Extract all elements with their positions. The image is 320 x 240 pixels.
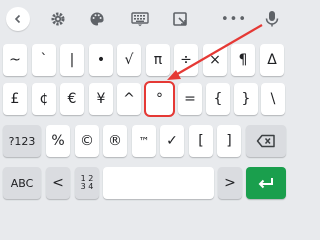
key-sqrt[interactable]: √ xyxy=(117,44,141,76)
key-pound[interactable]: £ xyxy=(3,83,27,115)
key-pipe[interactable]: | xyxy=(60,44,84,76)
keyboard-icon xyxy=(131,12,149,27)
voice-input-button[interactable] xyxy=(257,4,287,34)
key-backslash[interactable]: \ xyxy=(261,83,285,115)
key-less-than[interactable]: < xyxy=(46,167,70,199)
key-pi[interactable]: π xyxy=(146,44,170,76)
key-checkmark[interactable]: ✓ xyxy=(160,125,184,157)
more-button[interactable]: ••• xyxy=(219,4,249,34)
chevron-left-icon xyxy=(6,7,30,31)
key-trademark[interactable]: ™ xyxy=(132,125,156,157)
key-left-bracket[interactable]: [ xyxy=(189,125,213,157)
space-bar[interactable] xyxy=(103,167,214,199)
key-greater-than[interactable]: > xyxy=(218,167,242,199)
back-button[interactable] xyxy=(3,4,33,34)
key-copyright[interactable]: © xyxy=(75,125,99,157)
key-yen[interactable]: ¥ xyxy=(89,83,113,115)
key-registered[interactable]: ® xyxy=(103,125,127,157)
screenshot-icon xyxy=(173,12,187,26)
gear-icon xyxy=(51,12,65,26)
key-caret[interactable]: ^ xyxy=(117,83,141,115)
key-degree[interactable]: ° xyxy=(144,81,175,117)
key-right-brace[interactable]: } xyxy=(234,83,258,115)
key-equals[interactable]: = xyxy=(178,83,202,115)
settings-button[interactable] xyxy=(43,4,73,34)
key-numpad[interactable]: 1 2 3 4 xyxy=(75,167,99,199)
keyboard-toolbar: ••• xyxy=(0,0,289,38)
microphone-icon xyxy=(265,11,279,27)
numpad-label: 1 2 3 4 xyxy=(80,174,94,191)
enter-icon xyxy=(258,178,273,189)
backspace-key[interactable] xyxy=(246,125,286,157)
key-euro[interactable]: € xyxy=(60,83,84,115)
key-abc[interactable]: ABC xyxy=(3,167,41,199)
palette-icon xyxy=(90,12,104,26)
key-bullet[interactable]: • xyxy=(89,44,113,76)
key-tilde[interactable]: ~ xyxy=(3,44,27,76)
key-left-brace[interactable]: { xyxy=(206,83,230,115)
enter-key[interactable] xyxy=(246,167,286,199)
theme-button[interactable] xyxy=(82,4,112,34)
key-cent[interactable]: ¢ xyxy=(32,83,56,115)
key-right-bracket[interactable]: ] xyxy=(217,125,241,157)
key-pilcrow[interactable]: ¶ xyxy=(231,44,255,76)
key-delta[interactable]: Δ xyxy=(260,44,284,76)
backspace-icon xyxy=(256,134,275,148)
keyboard-layout-button[interactable] xyxy=(125,4,155,34)
key-percent[interactable]: % xyxy=(46,125,70,157)
key-backtick[interactable]: ` xyxy=(32,44,56,76)
key-symbols-123[interactable]: ?123 xyxy=(3,125,41,157)
key-multiply[interactable]: × xyxy=(203,44,227,76)
key-divide[interactable]: ÷ xyxy=(174,44,198,76)
screenshot-button[interactable] xyxy=(165,4,195,34)
more-dots-icon: ••• xyxy=(220,11,247,27)
